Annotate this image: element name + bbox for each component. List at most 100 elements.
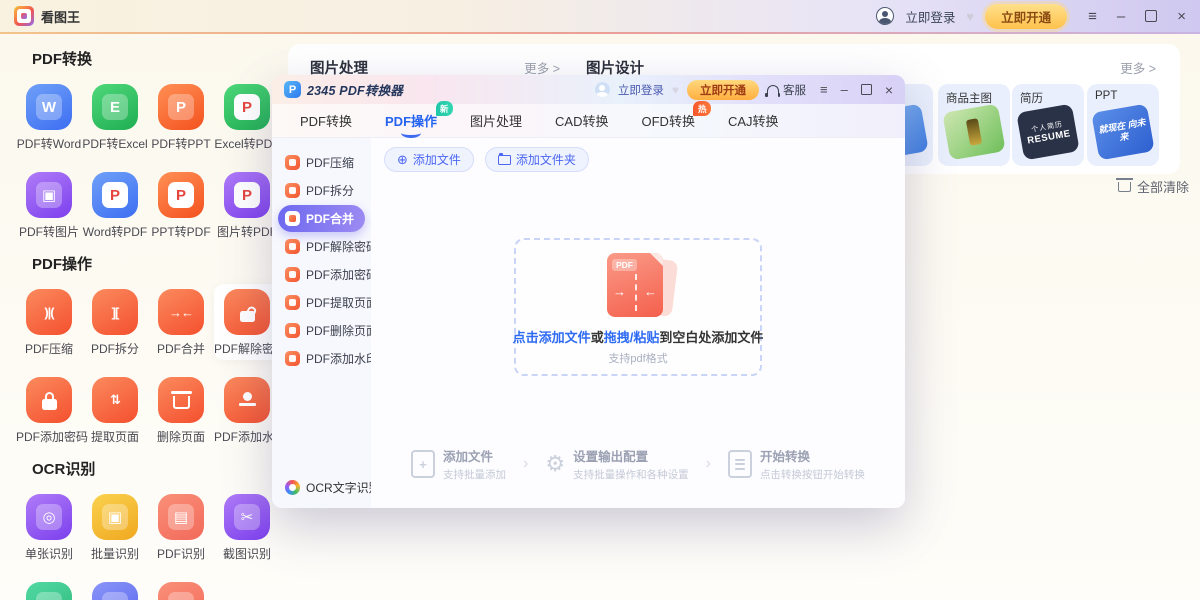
tile-image-to-pdf[interactable]: P 图片转PDF (214, 167, 280, 243)
tile-extract-pages[interactable]: ⇅ 提取页面 (82, 372, 148, 448)
word-icon: W (26, 84, 72, 130)
file-dropzone[interactable]: PDF → ← 点击添加文件或拖拽/粘贴到空白处添加文件 支持pdf格式 (514, 238, 762, 376)
user-avatar-icon[interactable] (595, 82, 610, 97)
clear-all-button[interactable]: 全部清除 (1118, 177, 1189, 196)
lock-icon (26, 377, 72, 423)
nav-pdf-watermark[interactable]: PDF添加水印 (278, 345, 365, 372)
tab-pdf-convert[interactable]: PDF转换 (300, 111, 352, 130)
tile-single-ocr[interactable]: ◎ 单张识别 (16, 489, 82, 565)
tile-pdf-unlock[interactable]: PDF解除密码 (214, 284, 280, 360)
convert-doc-icon (728, 450, 752, 478)
active-tab-underline (401, 128, 421, 138)
minimize-button[interactable]: – (1117, 9, 1125, 24)
pdf-icon: P (92, 172, 138, 218)
trash-icon (1118, 182, 1131, 192)
document-icon: ▤ (158, 494, 204, 540)
plus-circle-icon: ⊕ (397, 153, 408, 166)
tile-excel-to-pdf[interactable]: P Excel转PDF (214, 79, 280, 155)
tile-image-to-pdf-ocr[interactable]: ~ 图片转PDF (148, 577, 214, 600)
modal-login-link[interactable]: 立即登录 (618, 82, 664, 98)
tile-ppt-to-pdf[interactable]: P PPT转PDF (148, 167, 214, 243)
nav-pdf-unlock[interactable]: PDF解除密码 (278, 233, 365, 260)
nav-pdf-extract[interactable]: PDF提取页面 (278, 289, 365, 316)
modal-minimize-button[interactable]: – (841, 83, 848, 96)
tile-pdf-watermark[interactable]: PDF添加水印 (214, 372, 280, 448)
card-thumbnail (942, 104, 1005, 161)
tile-pdf-to-ppt[interactable]: P PDF转PPT (148, 79, 214, 155)
extract-icon (285, 295, 300, 310)
hot-badge: 热 (693, 101, 711, 116)
step-configure: ⚙ 设置输出配置 支持批量操作和各种设置 (545, 446, 688, 482)
menu-icon[interactable]: ≡ (1088, 9, 1097, 24)
user-avatar-icon[interactable] (876, 7, 894, 25)
tile-pdf-to-word[interactable]: W PDF转Word (16, 79, 82, 155)
tile-image-to-excel[interactable]: E 图片转Excel (16, 577, 82, 600)
split-icon: ][ (92, 289, 138, 335)
tile-pdf-ocr[interactable]: ▤ PDF识别 (148, 489, 214, 565)
card-thumbnail: 个人简历 RESUME (1016, 104, 1079, 161)
sidebar: PDF转换 W PDF转Word E PDF转Excel P PDF转PPT P… (16, 38, 282, 600)
design-card-resume[interactable]: 简历 个人简历 RESUME (1012, 84, 1084, 166)
tab-pdf-ops[interactable]: PDF操作 新 (385, 111, 437, 130)
tile-pdf-merge[interactable]: →← PDF合并 (148, 284, 214, 360)
nav-pdf-split[interactable]: PDF拆分 (278, 177, 365, 204)
close-button[interactable]: × (1177, 9, 1186, 24)
folder-icon (498, 155, 511, 165)
card-thumbnail: 就现在 向未来 (1091, 104, 1154, 161)
more-link-design[interactable]: 更多 > (1120, 58, 1156, 77)
scissors-icon: ✂ (224, 494, 270, 540)
tab-caj-convert[interactable]: CAJ转换 (728, 111, 779, 130)
modal-close-button[interactable]: × (885, 83, 893, 97)
login-link[interactable]: 立即登录 (905, 7, 955, 26)
nav-pdf-compress[interactable]: PDF压缩 (278, 149, 365, 176)
heart-icon[interactable]: ♥ (966, 9, 974, 24)
modal-menu-icon[interactable]: ≡ (820, 83, 828, 96)
tile-screenshot-ocr[interactable]: ✂ 截图识别 (214, 489, 280, 565)
app-titlebar: 看图王 立即登录 ♥ 立即开通 ≡ – × (0, 0, 1200, 32)
nav-pdf-merge[interactable]: PDF合并 (278, 205, 365, 232)
compress-icon (285, 155, 300, 170)
nav-pdf-password[interactable]: PDF添加密码 (278, 261, 365, 288)
tile-batch-ocr[interactable]: ▣ 批量识别 (82, 489, 148, 565)
step-convert: 开始转换 点击转换按钮开始转换 (728, 446, 865, 482)
pdf-merge-illustration: PDF → ← (605, 253, 671, 317)
trash-icon (285, 323, 300, 338)
modal-upgrade-button[interactable]: 立即开通 (687, 80, 759, 100)
tile-pdf-password[interactable]: PDF添加密码 (16, 372, 82, 448)
add-folder-button[interactable]: 添加文件夹 (485, 147, 589, 172)
tile-word-to-pdf[interactable]: P Word转PDF (82, 167, 148, 243)
heart-icon[interactable]: ♥ (672, 83, 679, 97)
tile-pdf-to-image[interactable]: ▣ PDF转图片 (16, 167, 82, 243)
new-badge: 新 (436, 101, 454, 116)
excel-icon: E (92, 84, 138, 130)
modal-maximize-button[interactable] (861, 84, 872, 95)
lock-icon (285, 267, 300, 282)
design-card-product[interactable]: 商品主图 (938, 84, 1010, 166)
step-add-file: + 添加文件 支持批量添加 (411, 446, 506, 482)
excel-icon: E (26, 582, 72, 600)
compress-icon: )|( (26, 289, 72, 335)
gear-icon: ⚙ (545, 453, 565, 475)
design-card-ppt[interactable]: PPT 就现在 向未来 (1087, 84, 1159, 166)
upgrade-button[interactable]: 立即开通 (985, 4, 1067, 29)
tile-pdf-compress[interactable]: )|( PDF压缩 (16, 284, 82, 360)
chevron-right-icon: › (706, 455, 711, 473)
tile-pdf-to-excel[interactable]: E PDF转Excel (82, 79, 148, 155)
nav-pdf-delete[interactable]: PDF删除页面 (278, 317, 365, 344)
tile-delete-pages[interactable]: 删除页面 (148, 372, 214, 448)
batch-icon: ▣ (92, 494, 138, 540)
pdf-icon: P (158, 172, 204, 218)
tab-ofd-convert[interactable]: OFD转换 热 (642, 111, 695, 130)
file-plus-icon: + (411, 450, 435, 478)
tab-cad-convert[interactable]: CAD转换 (555, 111, 608, 130)
tile-image-to-word[interactable]: W 图片转Word (82, 577, 148, 600)
nav-ocr-text[interactable]: OCR文字识别 (285, 479, 381, 496)
maximize-button[interactable] (1145, 10, 1157, 22)
tab-image-processing[interactable]: 图片处理 (470, 111, 522, 130)
support-button[interactable]: 客服 (767, 82, 806, 98)
tile-pdf-split[interactable]: ][ PDF拆分 (82, 284, 148, 360)
add-file-button[interactable]: ⊕ 添加文件 (384, 147, 474, 172)
ppt-icon: P (158, 84, 204, 130)
section-title-pdf-convert: PDF转换 (32, 48, 282, 69)
trash-icon (158, 377, 204, 423)
